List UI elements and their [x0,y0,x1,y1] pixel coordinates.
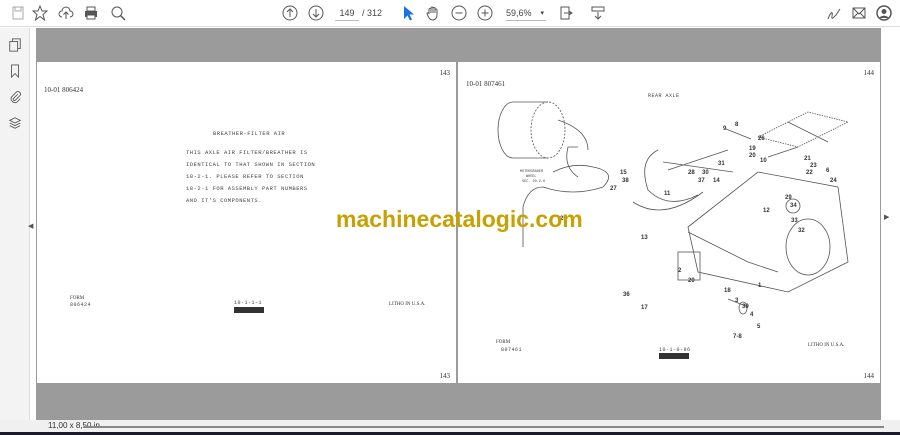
toolbar: 149 / 312 59,6% ▾ [0,0,900,27]
callout-label: 6 [826,168,830,174]
next-page-icon[interactable] [306,4,326,22]
wheel-label-line: MOTORGRADER [520,170,544,174]
section-title: BREATHER-FILTER AIR [213,130,286,137]
horizontal-scrollbar[interactable] [84,426,884,428]
form-label: FORM [496,340,511,345]
zoom-level-select[interactable]: 59,6% ▾ [506,6,546,21]
page-number-bottom: 143 [439,372,451,380]
callout-label: 36 [623,292,630,298]
vertical-scrollbar[interactable]: ▶ [881,28,900,420]
zoom-value: 59,6% [506,8,532,18]
callout-label: 13 [641,235,648,241]
body-text: THIS AXLE AIR FILTER/BREATHER IS IDENTIC… [186,147,315,207]
callout-label: 31 [718,161,725,167]
print-icon[interactable] [81,4,101,22]
page-number-bottom: 144 [863,372,875,380]
callout-label: 34 [790,203,797,209]
form-number: 806424 [70,302,92,308]
callout-label: 12 [763,208,770,214]
callout-label: 29 [785,195,792,201]
stamp-bar [234,307,264,313]
litho-label: LITHO IN U.S.A. [389,302,426,307]
callout-label: 5 [757,324,761,330]
callout-label: 8 [735,122,739,128]
upload-cloud-icon[interactable] [56,4,76,22]
select-cursor-icon[interactable] [398,4,418,22]
callout-label: 18 [724,288,731,294]
callout-label: 30 [702,170,709,176]
callout-label: 33 [791,218,798,224]
bookmarks-icon[interactable] [6,62,24,80]
callout-label: 2 [678,268,682,274]
callout-label: 22 [806,170,813,176]
search-zoom-icon[interactable] [108,4,128,22]
litho-label: LITHO IN U.S.A. [808,343,845,348]
callout-label: 39 [742,304,749,310]
account-icon[interactable] [874,4,894,22]
bookmark-star-icon[interactable] [30,4,50,22]
body-line: IDENTICAL TO THAT SHOWN IN SECTION [186,161,316,168]
form-label: FORM [70,296,85,301]
left-sidebar [0,28,30,420]
callout-label: 10 [760,158,767,164]
mail-icon[interactable] [849,4,869,22]
chevron-down-icon: ▾ [540,10,544,17]
callout-label: 27 [610,186,617,192]
callout-label: 28 [688,170,695,176]
callout-label: 20 [688,278,695,284]
callout-label: 37 [698,178,705,184]
watermark-text: machinecatalogic.com [336,206,583,232]
sign-icon[interactable] [824,4,844,22]
body-line: 18-2-1. PLEASE REFER TO SECTION [186,173,304,180]
wheel-label-line: SEC. 20-2-6 [522,180,545,184]
page-thumbnails-icon[interactable] [6,36,24,54]
layers-icon[interactable] [6,114,24,132]
page-total: / 312 [362,8,383,18]
page-fit-icon[interactable] [556,4,576,22]
zoom-in-icon[interactable] [475,4,495,22]
callout-label: 23 [810,163,817,169]
body-line: THIS AXLE AIR FILTER/BREATHER IS [186,149,308,156]
body-line: 18-2-1 FOR ASSEMBLY PART NUMBERS [186,185,308,192]
doc-code: 10-01 806424 [44,86,84,94]
prev-page-icon[interactable] [280,4,300,22]
callout-label: 21 [804,156,811,162]
scroll-mode-icon[interactable] [588,4,608,22]
form-number: 807461 [501,347,523,353]
status-bar: 11,00 x 8,50 in [0,420,900,432]
section-code: 10-1-1-1 [234,300,263,306]
callout-label: 19 [749,146,756,152]
body-line: AND IT'S COMPONENTS. [186,197,263,204]
callout-label: 4 [750,312,754,318]
callout-label: 26 [758,136,765,142]
callout-label: 38 [622,178,629,184]
callout-label: 7-8 [733,334,742,340]
callout-label: 32 [798,228,805,234]
stamp-bar [659,353,689,359]
callout-label: 14 [713,178,720,184]
zoom-out-icon[interactable] [449,4,469,22]
page-number-input[interactable]: 149 [335,6,359,21]
callout-label: 20 [749,153,756,159]
attachment-icon[interactable] [6,88,24,106]
wheel-label-line: WHEEL [526,175,537,179]
callout-label: 15 [620,170,627,176]
save-icon[interactable] [8,4,28,22]
callout-label: 24 [830,178,837,184]
collapse-left-panel-icon[interactable]: ◀ [28,222,33,230]
callout-label: 11 [664,191,671,197]
hand-tool-icon[interactable] [423,4,443,22]
collapse-right-panel-icon[interactable]: ▶ [884,213,889,221]
callout-label: 17 [641,305,648,311]
page-number: 143 [439,69,451,77]
